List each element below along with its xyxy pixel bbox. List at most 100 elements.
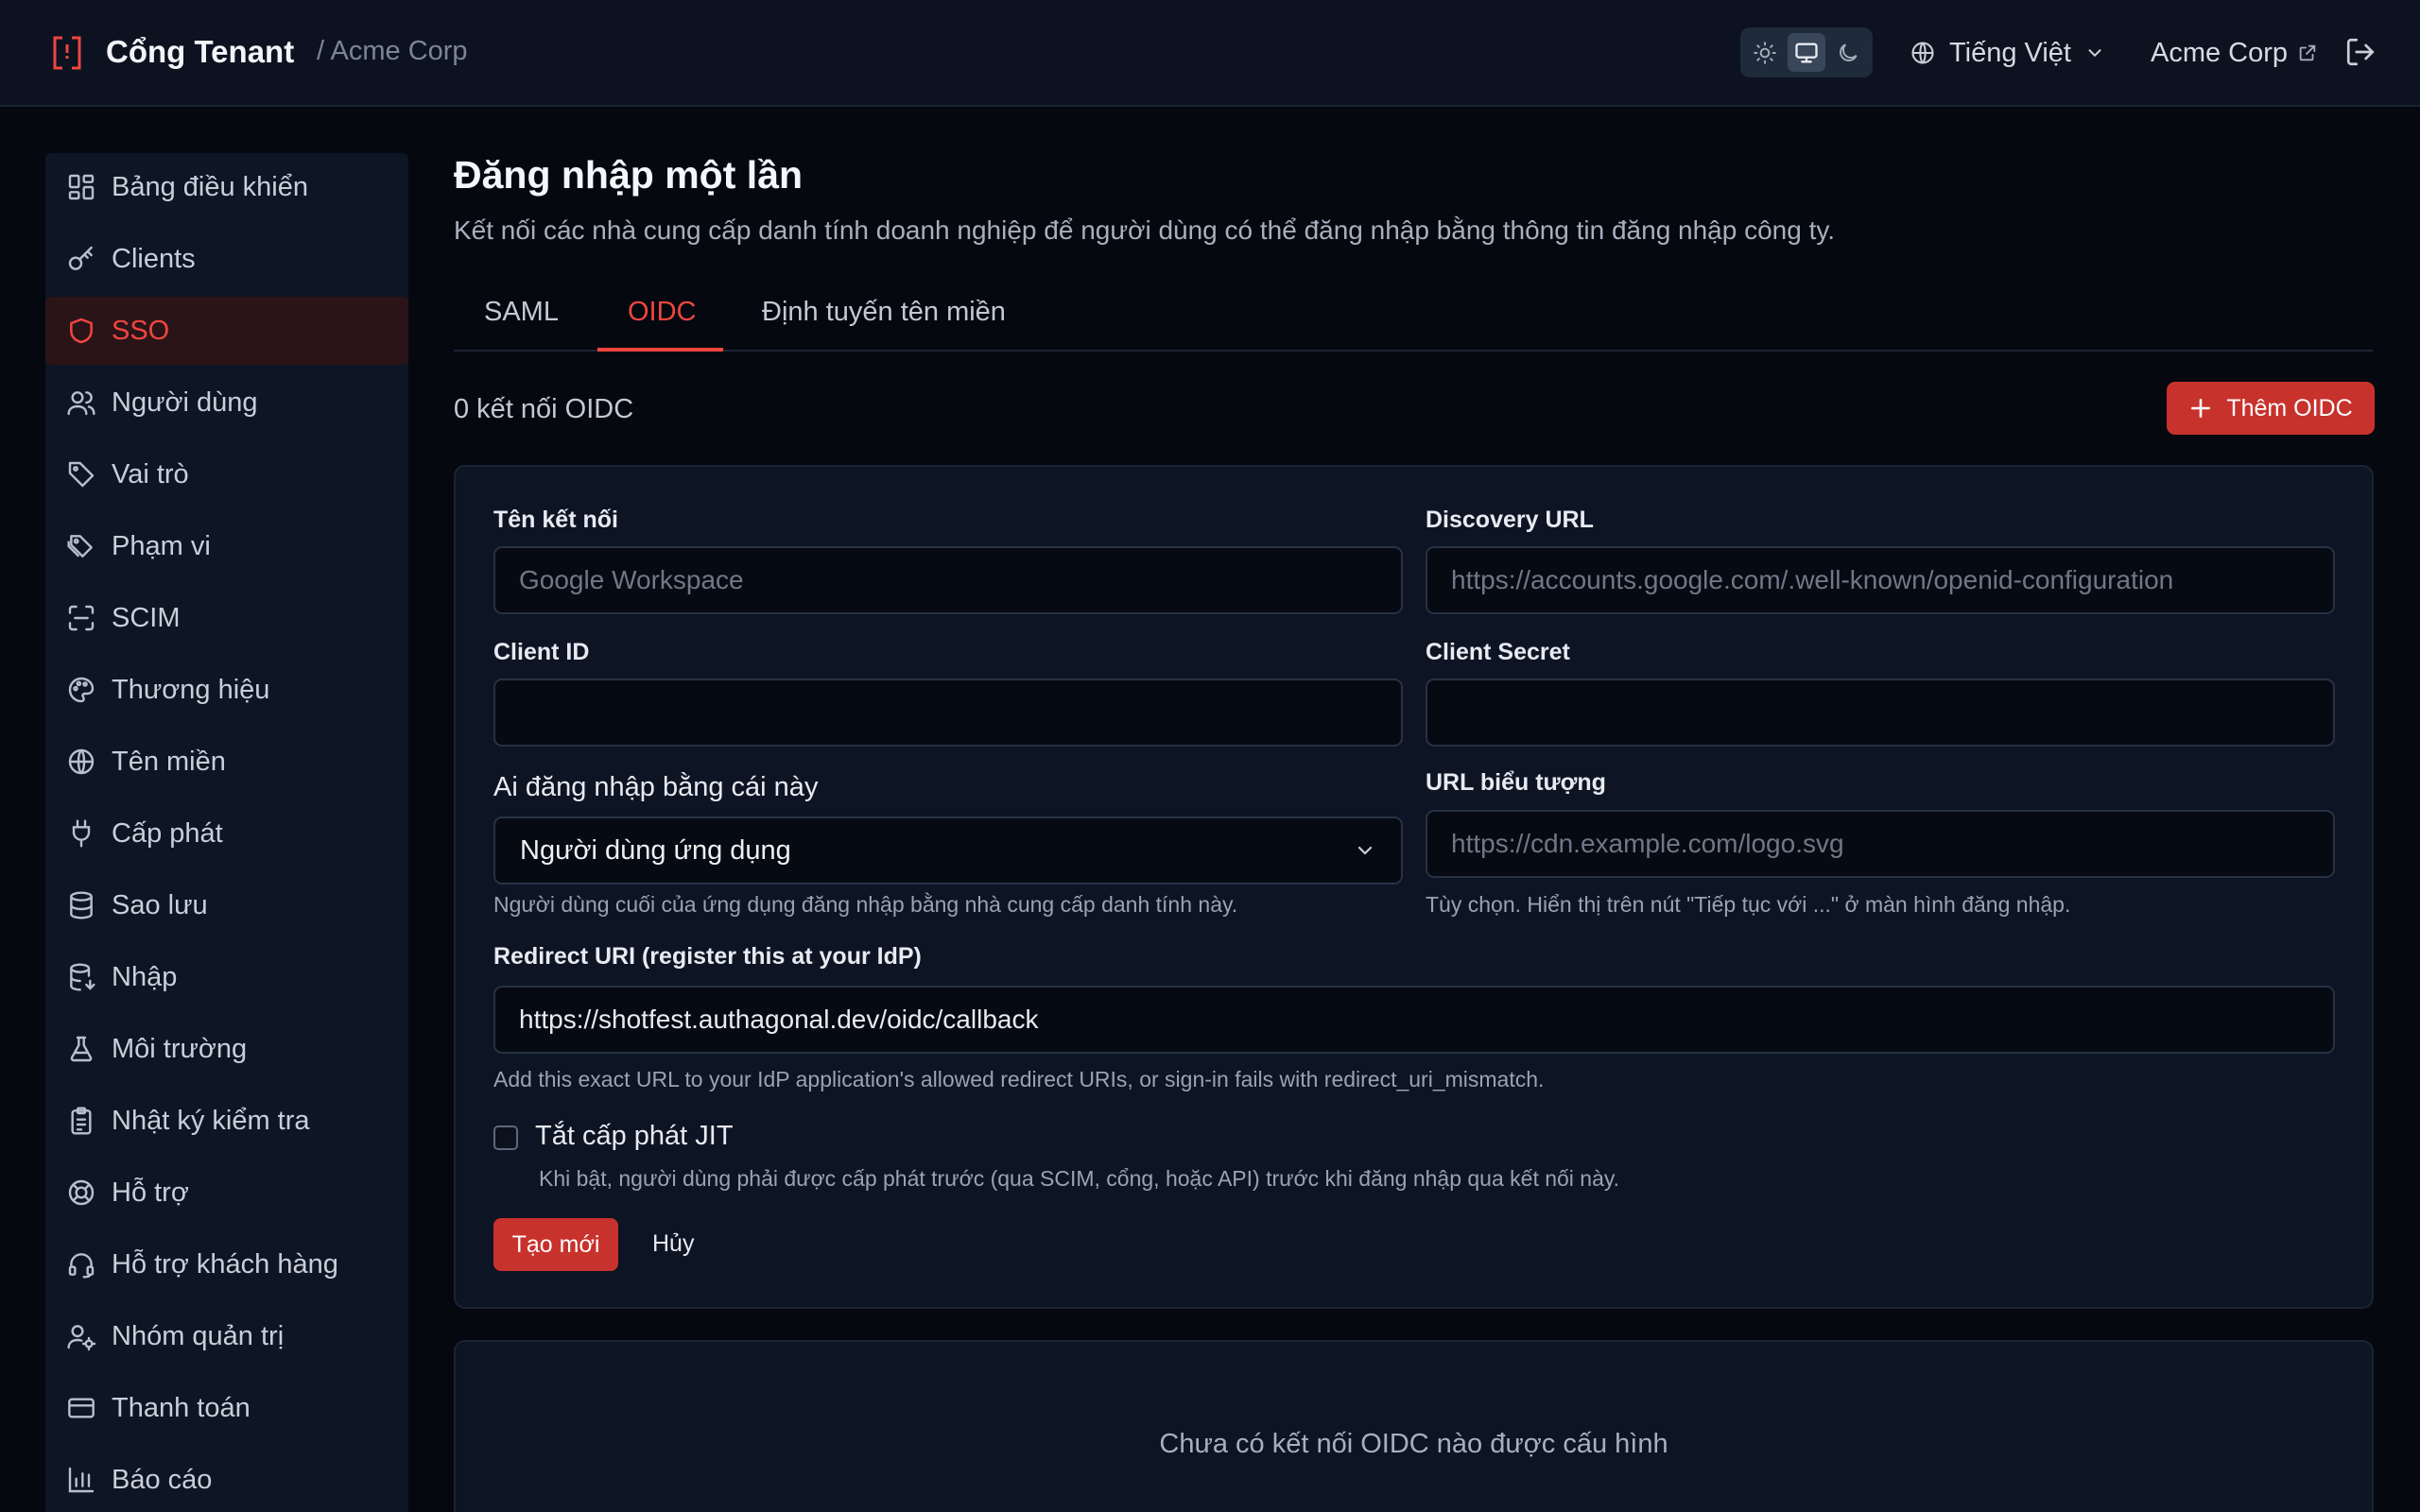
chevron-down-icon — [2088, 49, 2101, 58]
lifebuoy-icon — [68, 1179, 95, 1206]
sidebar-item-label: Thanh toán — [112, 1392, 251, 1423]
sidebar-item-support[interactable]: Hỗ trợ — [45, 1159, 408, 1227]
theme-switch — [1740, 27, 1873, 77]
sidebar-item-provisioning[interactable]: Cấp phát — [45, 799, 408, 868]
icon-url-input[interactable] — [1426, 810, 2335, 878]
sidebar-item-billing[interactable]: Thanh toán — [45, 1374, 408, 1442]
sidebar-item-label: Báo cáo — [112, 1464, 213, 1495]
icon-url-hint: Tùy chọn. Hiển thị trên nút "Tiếp tục vớ… — [1426, 892, 2071, 917]
globe-icon — [1911, 42, 1934, 64]
sidebar-item-label: Nhập — [112, 961, 178, 992]
tenant-link[interactable]: Acme Corp — [2151, 32, 2318, 74]
create-button[interactable]: Tạo mới — [493, 1218, 618, 1271]
external-link-icon — [2299, 44, 2316, 61]
audience-label: Ai đăng nhập bằng cái này — [493, 772, 819, 802]
audience-select[interactable]: Người dùng ứng dụng — [493, 816, 1403, 885]
moon-icon — [1840, 43, 1858, 61]
users-icon — [67, 391, 95, 416]
sidebar-item-label: SCIM — [112, 602, 181, 633]
credit-card-icon — [68, 1398, 95, 1418]
logout-icon — [2346, 38, 2375, 66]
client-id-input[interactable] — [493, 679, 1403, 747]
tab-saml[interactable]: SAML — [484, 297, 559, 328]
user-cog-icon — [67, 1325, 96, 1351]
jit-checkbox[interactable] — [493, 1125, 518, 1150]
discovery-url-input[interactable] — [1426, 546, 2335, 614]
tenant-name: Acme Corp — [2151, 37, 2289, 68]
connection-name-label: Tên kết nối — [493, 507, 618, 533]
sidebar-item-label: Môi trường — [112, 1033, 248, 1064]
database-import-icon — [70, 963, 95, 991]
bar-chart-icon — [68, 1467, 95, 1493]
sidebar-item-label: SSO — [112, 315, 170, 346]
theme-dark-button[interactable] — [1829, 33, 1867, 72]
sidebar-item-scim[interactable]: SCIM — [45, 584, 408, 652]
sidebar-item-label: Cấp phát — [112, 817, 223, 849]
dashboard-icon — [68, 174, 95, 200]
sidebar-item-label: Thương hiệu — [112, 674, 270, 705]
logout-button[interactable] — [2344, 36, 2377, 68]
sidebar-item-customer-support[interactable]: Hỗ trợ khách hàng — [45, 1230, 408, 1298]
theme-system-button[interactable] — [1788, 33, 1825, 72]
language-select[interactable]: Tiếng Việt — [1910, 32, 2105, 74]
sidebar-item-label: Hỗ trợ — [112, 1177, 189, 1208]
theme-light-button[interactable] — [1746, 33, 1784, 72]
client-id-label: Client ID — [493, 639, 590, 665]
sidebar-item-label: Clients — [112, 243, 196, 274]
sidebar-item-audit-log[interactable]: Nhật ký kiểm tra — [45, 1087, 408, 1155]
key-icon — [68, 246, 93, 270]
globe-icon — [68, 748, 95, 775]
icon-url-label: URL biểu tượng — [1426, 769, 1606, 796]
sidebar-item-backup[interactable]: Sao lưu — [45, 871, 408, 939]
plug-icon — [72, 819, 91, 848]
palette-icon — [68, 677, 95, 703]
brand-logo-icon — [51, 34, 83, 72]
client-secret-label: Client Secret — [1426, 639, 1570, 665]
sidebar-item-label: Tên miền — [112, 746, 226, 777]
sidebar-item-domains[interactable]: Tên miền — [45, 728, 408, 796]
active-tab-indicator — [597, 348, 723, 352]
sidebar-item-label: Hỗ trợ khách hàng — [112, 1248, 338, 1280]
tab-domain-routing[interactable]: Định tuyến tên miền — [762, 297, 1006, 328]
jit-label[interactable]: Tắt cấp phát JIT — [535, 1121, 734, 1152]
sidebar-item-users[interactable]: Người dùng — [45, 369, 408, 437]
sidebar-item-label: Bảng điều khiển — [112, 171, 308, 202]
audience-selected-value: Người dùng ứng dụng — [520, 834, 791, 866]
sidebar-item-label: Nhật ký kiểm tra — [112, 1105, 310, 1136]
page-title: Đăng nhập một lần — [454, 153, 803, 197]
sidebar-item-branding[interactable]: Thương hiệu — [45, 656, 408, 724]
sidebar-item-scopes[interactable]: Phạm vi — [45, 512, 408, 580]
cancel-button[interactable]: Hủy — [652, 1230, 694, 1258]
sidebar-item-clients[interactable]: Clients — [45, 225, 408, 293]
client-secret-input[interactable] — [1426, 679, 2335, 747]
sidebar-item-import[interactable]: Nhập — [45, 943, 408, 1011]
empty-state-text: Chưa có kết nối OIDC nào được cấu hình — [1159, 1429, 1668, 1459]
sidebar-item-label: Vai trò — [112, 458, 189, 490]
flask-icon — [70, 1036, 93, 1062]
add-oidc-button[interactable]: Thêm OIDC — [2167, 382, 2375, 435]
sidebar: Bảng điều khiển Clients SSO Người dùng V… — [45, 153, 408, 1512]
database-icon — [70, 891, 93, 919]
sidebar-item-roles[interactable]: Vai trò — [45, 440, 408, 508]
connection-count: 0 kết nối OIDC — [454, 394, 634, 424]
tab-oidc[interactable]: OIDC — [628, 297, 697, 328]
discovery-url-label: Discovery URL — [1426, 507, 1594, 533]
sidebar-item-reports[interactable]: Báo cáo — [45, 1446, 408, 1512]
sidebar-item-environments[interactable]: Môi trường — [45, 1015, 408, 1083]
redirect-uri-label: Redirect URI (register this at your IdP) — [493, 943, 922, 970]
language-label: Tiếng Việt — [1949, 37, 2071, 68]
redirect-uri-input[interactable] — [493, 986, 2335, 1054]
redirect-uri-hint: Add this exact URL to your IdP applicati… — [493, 1067, 1545, 1091]
connection-name-input[interactable] — [493, 546, 1403, 614]
clipboard-icon — [71, 1107, 92, 1135]
app-title[interactable]: Cổng Tenant — [106, 34, 294, 70]
breadcrumb: / Acme Corp — [317, 36, 468, 66]
sidebar-item-dashboard[interactable]: Bảng điều khiển — [45, 153, 408, 221]
empty-state-card: Chưa có kết nối OIDC nào được cấu hình — [454, 1340, 2374, 1512]
top-bar: Cổng Tenant / Acme Corp Tiếng Việt Acme … — [0, 0, 2420, 107]
headset-icon — [68, 1253, 95, 1279]
tags-icon — [67, 535, 93, 558]
sidebar-item-admin-groups[interactable]: Nhóm quản trị — [45, 1302, 408, 1370]
monitor-icon — [1795, 43, 1818, 63]
sidebar-item-sso[interactable]: SSO — [45, 297, 408, 365]
